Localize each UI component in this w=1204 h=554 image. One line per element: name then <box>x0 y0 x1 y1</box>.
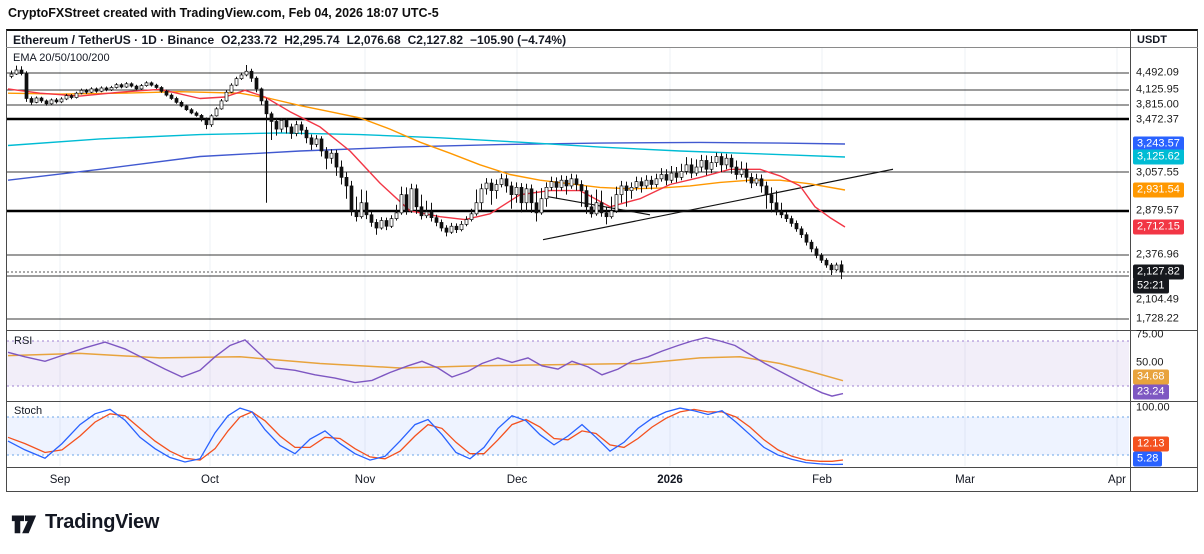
ema-legend: EMA 20/50/100/200 <box>13 52 110 64</box>
price-axis-badge: 2,931.54 <box>1133 183 1184 198</box>
ohlc-low: L2,076.68 <box>347 33 401 47</box>
price-axis-badge: 3,125.62 <box>1133 150 1184 165</box>
time-scale-axis[interactable]: Sep Oct Nov Dec 2026 Feb Mar Apr <box>6 468 1130 492</box>
price-axis-label: 3,815.00 <box>1136 99 1179 112</box>
pane-separator-stoch[interactable] <box>6 401 1198 402</box>
price-axis-label: 3,472.37 <box>1136 114 1179 127</box>
price-axis-label: 2,879.57 <box>1136 205 1179 218</box>
attribution-text: CryptoFXStreet created with TradingView.… <box>8 6 439 20</box>
time-axis-label: Sep <box>50 474 70 486</box>
price-axis-badge: 2,712.15 <box>1133 220 1184 235</box>
tradingview-logo-icon[interactable] <box>10 508 38 536</box>
ohlc-high: H2,295.74 <box>284 33 339 47</box>
price-axis-label: 75.00 <box>1136 329 1164 342</box>
price-axis-badge: 12.13 <box>1133 437 1169 452</box>
time-axis-label: Mar <box>955 474 975 486</box>
time-axis-label: Apr <box>1108 474 1126 486</box>
time-axis-label: 2026 <box>657 474 683 486</box>
price-axis-label: 100.00 <box>1136 402 1170 415</box>
price-scale-axis[interactable]: 4,492.094,125.953,815.003,472.373,243.57… <box>1131 29 1203 492</box>
time-axis-label: Nov <box>355 474 375 486</box>
time-axis-label: Feb <box>812 474 832 486</box>
ohlc-close: C2,127.82 <box>408 33 463 47</box>
price-axis-badge: 23.24 <box>1133 385 1169 400</box>
price-axis-label: 50.00 <box>1136 357 1164 370</box>
countdown-badge: 52:21 <box>1133 279 1169 294</box>
price-axis-label: 4,492.09 <box>1136 67 1179 80</box>
price-axis-label: 3,057.55 <box>1136 167 1179 180</box>
price-axis-label: 2,376.96 <box>1136 249 1179 262</box>
tradingview-logo-text[interactable]: TradingView <box>45 511 159 534</box>
price-axis-label: 4,125.95 <box>1136 84 1179 97</box>
price-change: −105.90 (−4.74%) <box>470 33 566 47</box>
stoch-pane-label: Stoch <box>14 405 42 417</box>
tradingview-chart-screenshot: CryptoFXStreet created with TradingView.… <box>0 0 1204 554</box>
symbol-title[interactable]: Ethereum / TetherUS · 1D · Binance <box>13 33 214 47</box>
price-axis-badge: 34.68 <box>1133 370 1169 385</box>
rsi-pane-label: RSI <box>14 335 32 347</box>
symbol-legend: Ethereum / TetherUS · 1D · Binance O2,233… <box>13 33 573 47</box>
ohlc-open: O2,233.72 <box>221 33 277 47</box>
footer-branding: TradingView <box>10 508 159 536</box>
legend-separator <box>6 47 1198 48</box>
price-axis-badge: 5.28 <box>1133 452 1162 467</box>
time-axis-label: Dec <box>507 474 527 486</box>
pane-separator-rsi[interactable] <box>6 330 1198 331</box>
price-axis-label: 2,104.49 <box>1136 294 1179 307</box>
current-price-badge: 2,127.82 <box>1133 265 1184 280</box>
time-axis-label: Oct <box>201 474 219 486</box>
price-axis-label: 1,728.22 <box>1136 313 1179 326</box>
